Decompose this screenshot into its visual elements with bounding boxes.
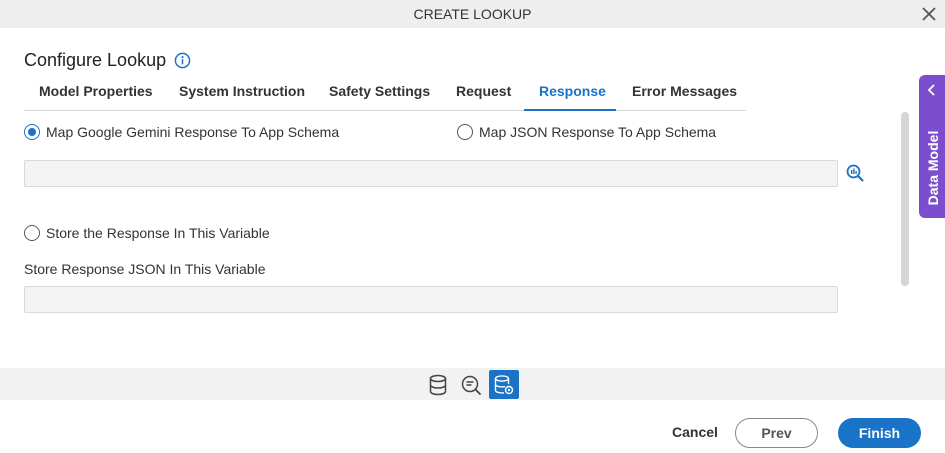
search-list-icon[interactable] xyxy=(456,370,486,399)
radio-button-unchecked[interactable] xyxy=(457,124,473,140)
scrollbar-thumb[interactable] xyxy=(901,112,909,286)
tab-system-instruction[interactable]: System Instruction xyxy=(179,83,305,99)
finish-button[interactable]: Finish xyxy=(838,418,921,448)
store-response-json-label: Store Response JSON In This Variable xyxy=(24,261,266,277)
radio-store-variable-label: Store the Response In This Variable xyxy=(46,225,270,241)
data-model-panel-toggle[interactable]: Data Model xyxy=(919,75,945,218)
store-response-json-field[interactable] xyxy=(24,286,838,313)
tab-safety-settings[interactable]: Safety Settings xyxy=(329,83,430,99)
radio-map-json-label: Map JSON Response To App Schema xyxy=(479,124,717,140)
search-magnify-icon[interactable] xyxy=(845,163,865,183)
radio-map-gemini-response[interactable]: Map Google Gemini Response To App Schema xyxy=(24,124,339,140)
tab-bar: Model Properties System Instruction Safe… xyxy=(24,78,746,111)
radio-map-gemini-label: Map Google Gemini Response To App Schema xyxy=(46,124,340,140)
info-icon[interactable] xyxy=(174,52,191,69)
tab-request[interactable]: Request xyxy=(456,83,511,99)
database-icon[interactable] xyxy=(423,370,453,399)
tab-error-messages[interactable]: Error Messages xyxy=(632,83,737,99)
chevron-left-icon xyxy=(927,84,935,96)
active-tab-indicator xyxy=(524,109,616,111)
page-title: Configure Lookup xyxy=(24,50,191,71)
tab-model-properties[interactable]: Model Properties xyxy=(39,83,153,99)
bottom-icon-bar xyxy=(0,368,945,400)
radio-store-response-variable[interactable]: Store the Response In This Variable xyxy=(24,225,270,241)
database-settings-icon[interactable] xyxy=(489,370,519,399)
close-icon[interactable] xyxy=(919,4,939,24)
radio-map-json-response[interactable]: Map JSON Response To App Schema xyxy=(457,124,716,140)
prev-button[interactable]: Prev xyxy=(735,418,818,448)
page-title-text: Configure Lookup xyxy=(24,50,167,70)
tab-response[interactable]: Response xyxy=(539,83,606,99)
radio-button-unchecked[interactable] xyxy=(24,225,40,241)
dialog-title-bar: CREATE LOOKUP xyxy=(0,0,945,28)
cancel-button[interactable]: Cancel xyxy=(672,424,718,440)
dialog-title: CREATE LOOKUP xyxy=(413,6,532,22)
radio-button-checked[interactable] xyxy=(24,124,40,140)
app-schema-field[interactable] xyxy=(24,160,838,187)
data-model-label: Data Model xyxy=(925,130,941,206)
